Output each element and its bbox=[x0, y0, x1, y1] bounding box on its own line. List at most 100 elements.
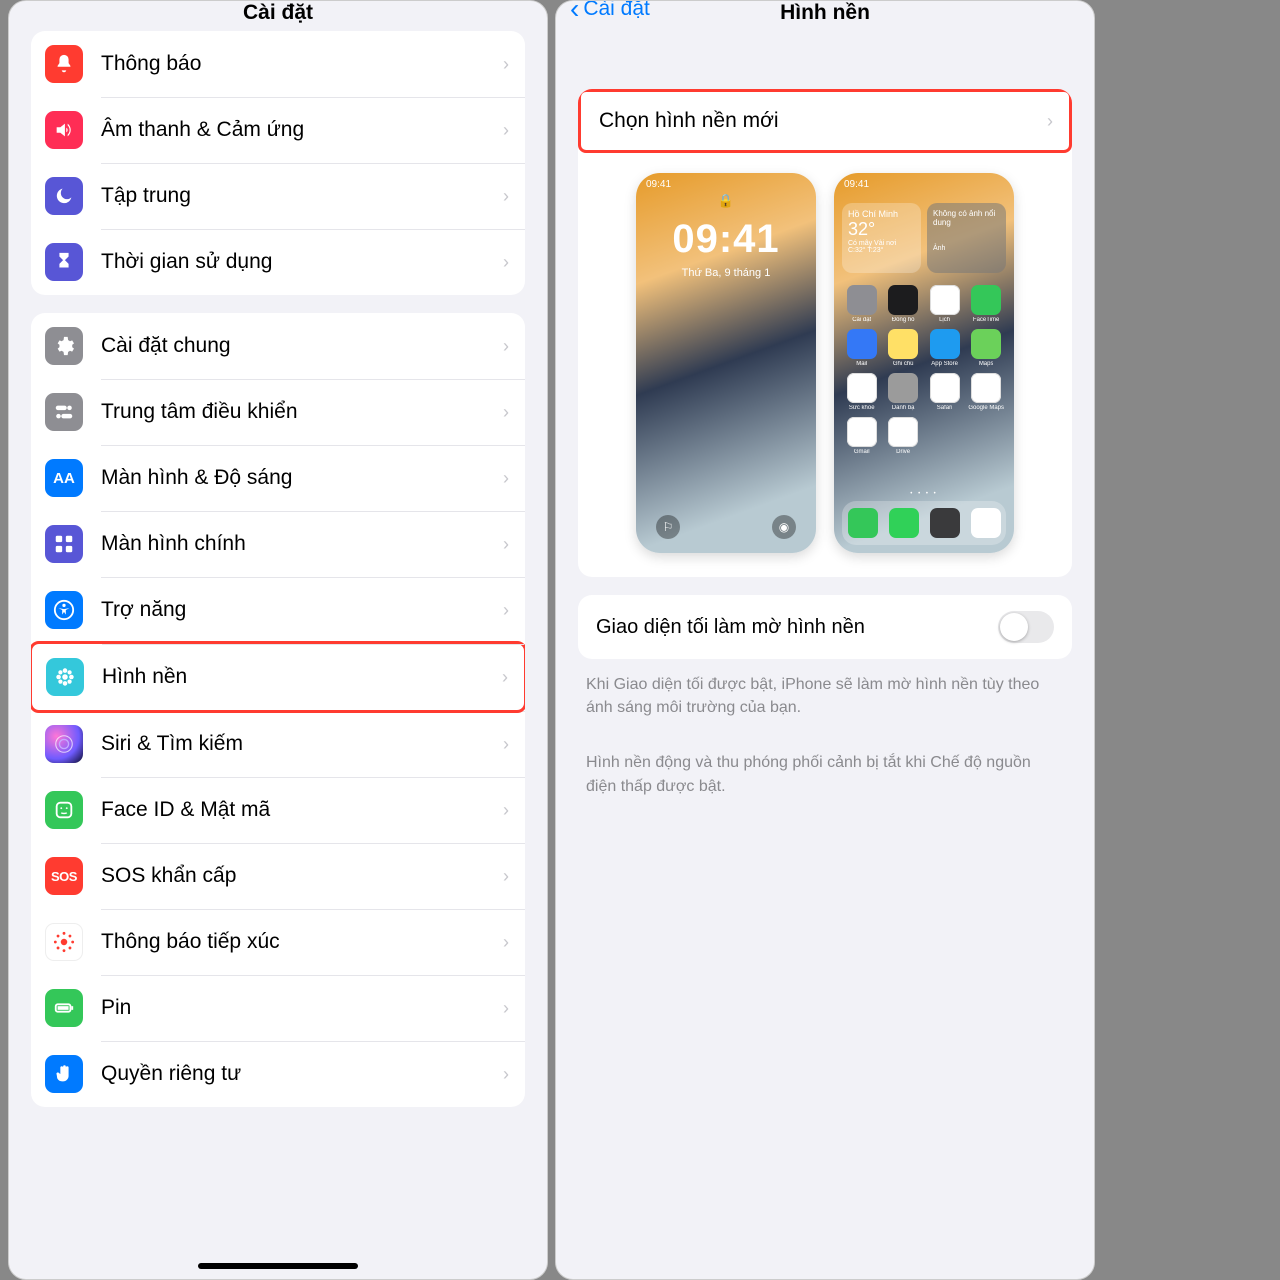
settings-row-battery[interactable]: Pin› bbox=[31, 975, 525, 1041]
row-label: Màn hình chính bbox=[101, 532, 503, 556]
sos-icon: SOS bbox=[45, 857, 83, 895]
privacy-icon bbox=[45, 1055, 83, 1093]
settings-row-notifications[interactable]: Thông báo› bbox=[31, 31, 525, 97]
row-label: Siri & Tìm kiếm bbox=[101, 732, 503, 756]
focus-icon bbox=[45, 177, 83, 215]
footnote-2: Hình nền động và thu phóng phối cảnh bị … bbox=[556, 737, 1094, 797]
preview-app: Danh bạ bbox=[885, 373, 920, 411]
row-label: Thời gian sử dụng bbox=[101, 250, 503, 274]
preview-app: Drive bbox=[885, 417, 920, 455]
back-label: Cài đặt bbox=[583, 0, 650, 21]
detail-title: Hình nền bbox=[780, 1, 870, 25]
back-button[interactable]: ‹ Cài đặt bbox=[570, 0, 650, 21]
wallpaper-previews: 09:41 🔒 09:41 Thứ Ba, 9 tháng 1 ⚐ ◉ 09:4… bbox=[578, 153, 1072, 577]
preview-app: Đồng hồ bbox=[885, 285, 920, 323]
row-label: Hình nền bbox=[102, 665, 502, 689]
chevron-right-icon: › bbox=[503, 54, 509, 75]
flashlight-icon: ⚐ bbox=[656, 515, 680, 539]
preview-app bbox=[968, 417, 1004, 455]
chevron-right-icon: › bbox=[503, 998, 509, 1019]
preview-date: Thứ Ba, 9 tháng 1 bbox=[636, 267, 816, 279]
settings-row-privacy[interactable]: Quyền riêng tư› bbox=[31, 1041, 525, 1107]
home-screen-preview[interactable]: 09:41 Hồ Chí Minh 32° Có mây Vài nơi C:3… bbox=[834, 173, 1014, 553]
settings-row-focus[interactable]: Tập trung› bbox=[31, 163, 525, 229]
settings-row-faceid[interactable]: Face ID & Mật mã› bbox=[31, 777, 525, 843]
settings-row-sounds[interactable]: Âm thanh & Cảm ứng› bbox=[31, 97, 525, 163]
row-label: Trung tâm điều khiển bbox=[101, 400, 503, 424]
row-label: Thông báo bbox=[101, 52, 503, 76]
weather-widget: Hồ Chí Minh 32° Có mây Vài nơi C:32° T:2… bbox=[842, 203, 921, 273]
home-indicator[interactable] bbox=[198, 1263, 358, 1269]
preview-app: Google Maps bbox=[968, 373, 1004, 411]
settings-row-accessibility[interactable]: Trợ năng› bbox=[31, 577, 525, 643]
settings-row-wallpaper[interactable]: Hình nền› bbox=[31, 641, 525, 713]
chevron-right-icon: › bbox=[503, 600, 509, 621]
settings-row-exposure[interactable]: Thông báo tiếp xúc› bbox=[31, 909, 525, 975]
preview-app: Gmail bbox=[844, 417, 879, 455]
settings-row-display[interactable]: AAMàn hình & Độ sáng› bbox=[31, 445, 525, 511]
preview-app: Lịch bbox=[927, 285, 962, 323]
dark-dim-toggle-row: Giao diện tối làm mờ hình nền bbox=[578, 595, 1072, 659]
display-icon: AA bbox=[45, 459, 83, 497]
general-icon bbox=[45, 327, 83, 365]
dark-dim-label: Giao diện tối làm mờ hình nền bbox=[596, 616, 998, 639]
chevron-right-icon: › bbox=[503, 932, 509, 953]
chevron-right-icon: › bbox=[503, 336, 509, 357]
preview-app: Mail bbox=[844, 329, 879, 367]
chevron-right-icon: › bbox=[503, 120, 509, 141]
settings-row-siri[interactable]: Siri & Tìm kiếm› bbox=[31, 711, 525, 777]
nav-title-left: Cài đặt bbox=[9, 1, 547, 23]
dock-app bbox=[971, 508, 1001, 538]
preview-app: App Store bbox=[927, 329, 962, 367]
screentime-icon bbox=[45, 243, 83, 281]
preview-app: Sức khỏe bbox=[844, 373, 879, 411]
row-label: Tập trung bbox=[101, 184, 503, 208]
row-label: Âm thanh & Cảm ứng bbox=[101, 118, 503, 142]
row-label: Pin bbox=[101, 996, 503, 1020]
settings-row-screentime[interactable]: Thời gian sử dụng› bbox=[31, 229, 525, 295]
accessibility-icon bbox=[45, 591, 83, 629]
wallpaper-icon bbox=[46, 658, 84, 696]
settings-pane: Cài đặt Thông báo›Âm thanh & Cảm ứng›Tập… bbox=[8, 0, 548, 1280]
settings-row-home-screen[interactable]: Màn hình chính› bbox=[31, 511, 525, 577]
preview-app: Safari bbox=[927, 373, 962, 411]
photos-widget: Không có ảnh nổi dung Ảnh bbox=[927, 203, 1006, 273]
preview-app bbox=[927, 417, 962, 455]
notifications-icon bbox=[45, 45, 83, 83]
control-center-icon bbox=[45, 393, 83, 431]
chevron-right-icon: › bbox=[503, 402, 509, 423]
nav-bar-right: ‹ Cài đặt Hình nền bbox=[556, 1, 1094, 23]
dock-app bbox=[889, 508, 919, 538]
battery-icon bbox=[45, 989, 83, 1027]
dock-app bbox=[848, 508, 878, 538]
choose-wallpaper-row[interactable]: Chọn hình nền mới › bbox=[578, 89, 1072, 153]
chevron-left-icon: ‹ bbox=[570, 0, 579, 19]
preview-status-time2: 09:41 bbox=[844, 179, 869, 190]
sounds-icon bbox=[45, 111, 83, 149]
chevron-right-icon: › bbox=[1047, 111, 1053, 132]
chevron-right-icon: › bbox=[503, 800, 509, 821]
chevron-right-icon: › bbox=[503, 1064, 509, 1085]
settings-row-sos[interactable]: SOSSOS khẩn cấp› bbox=[31, 843, 525, 909]
home-screen-icon bbox=[45, 525, 83, 563]
dark-dim-toggle[interactable] bbox=[998, 611, 1054, 643]
chevron-right-icon: › bbox=[503, 534, 509, 555]
chevron-right-icon: › bbox=[503, 186, 509, 207]
lock-screen-preview[interactable]: 09:41 🔒 09:41 Thứ Ba, 9 tháng 1 ⚐ ◉ bbox=[636, 173, 816, 553]
lock-icon: 🔒 bbox=[636, 193, 816, 209]
faceid-icon bbox=[45, 791, 83, 829]
preview-app: FaceTime bbox=[968, 285, 1004, 323]
settings-row-control-center[interactable]: Trung tâm điều khiển› bbox=[31, 379, 525, 445]
chevron-right-icon: › bbox=[503, 734, 509, 755]
settings-row-general[interactable]: Cài đặt chung› bbox=[31, 313, 525, 379]
dock-app bbox=[930, 508, 960, 538]
chevron-right-icon: › bbox=[502, 667, 508, 688]
preview-app: Cài đặt bbox=[844, 285, 879, 323]
wallpaper-detail-pane: ‹ Cài đặt Hình nền Chọn hình nền mới › 0… bbox=[555, 0, 1095, 1280]
row-label: Thông báo tiếp xúc bbox=[101, 930, 503, 954]
siri-icon bbox=[45, 725, 83, 763]
preview-app: Maps bbox=[968, 329, 1004, 367]
row-label: SOS khẩn cấp bbox=[101, 864, 503, 888]
page-dots: • • • • bbox=[834, 491, 1014, 497]
row-label: Trợ năng bbox=[101, 598, 503, 622]
